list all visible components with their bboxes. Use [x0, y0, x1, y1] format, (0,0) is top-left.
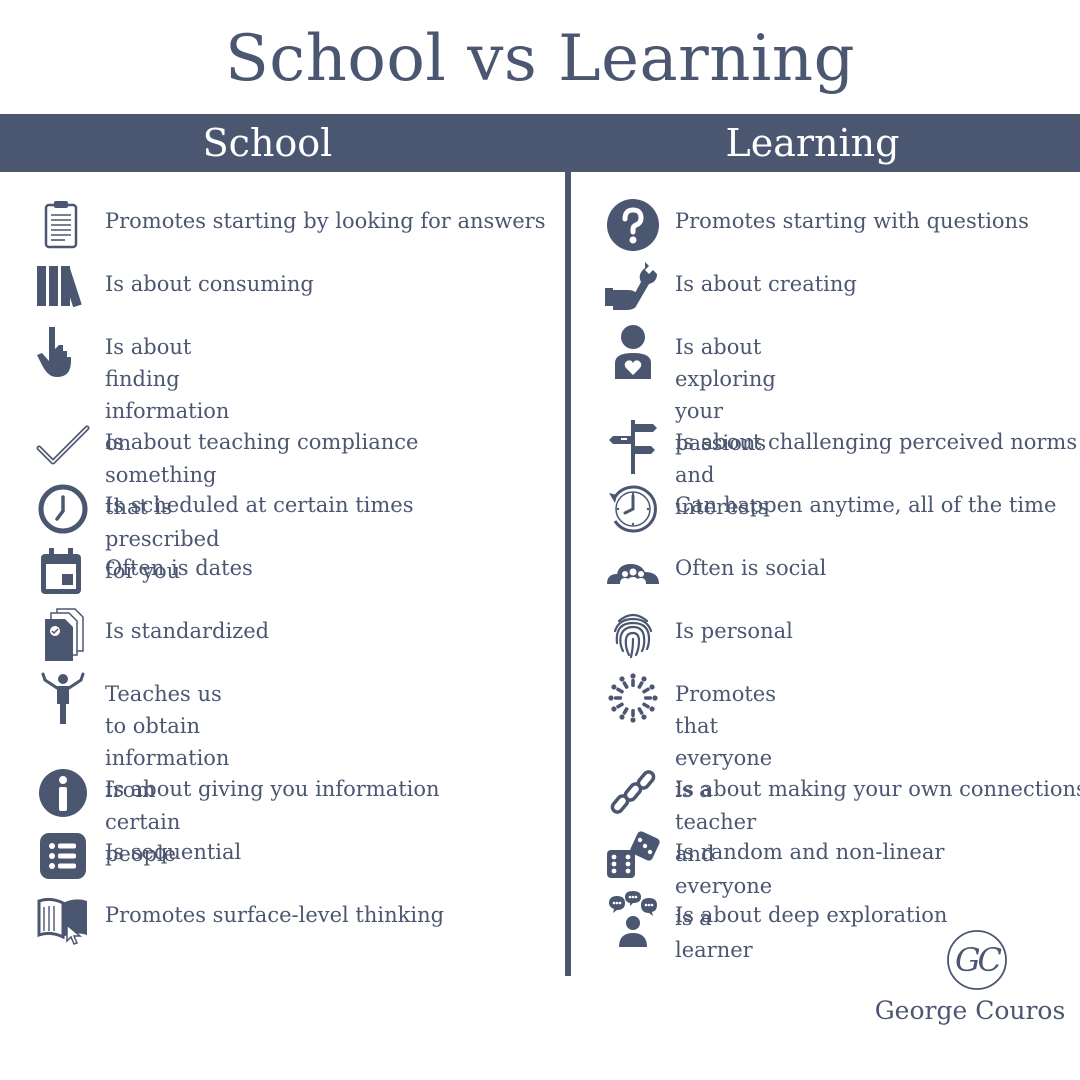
school-item-text: Promotes starting by looking for answers [105, 209, 546, 233]
books-icon [35, 260, 91, 316]
school-item-text: Is scheduled at certain times [105, 493, 414, 517]
documents-icon [35, 607, 91, 663]
learning-item-text: Is random and non-linear [675, 840, 945, 864]
clipboard-icon [35, 197, 91, 253]
question-icon [605, 197, 661, 253]
list-icon [35, 828, 91, 884]
school-column-heading: School [202, 121, 333, 165]
learning-item-text: Is about creating [675, 272, 857, 296]
clock-icon [35, 481, 91, 537]
learning-item-text: Is about making your own connections [675, 777, 1080, 801]
column-divider [565, 172, 571, 976]
thinking-person-icon [605, 891, 661, 947]
school-item-text: Often is dates [105, 556, 253, 580]
hand-wrench-icon [605, 260, 661, 316]
gc-monogram-logo: GC [945, 928, 1009, 992]
dice-icon [605, 828, 661, 884]
checkmark-icon [35, 418, 91, 474]
signpost-icon [605, 418, 661, 474]
school-item-text: Is about teaching compliance [105, 430, 419, 454]
page-title: School vs Learning [224, 22, 856, 96]
school-item-text: Is standardized [105, 619, 270, 643]
school-item-text: Promotes surface-level thinking [105, 903, 445, 927]
info-icon [35, 765, 91, 821]
logo-monogram: GC [954, 941, 1002, 979]
learning-item-text: Is personal [675, 619, 793, 643]
pointing-hand-icon [35, 323, 91, 379]
school-item-text: Is about consuming [105, 272, 314, 296]
learning-item-text: Is about challenging perceived norms [675, 430, 1078, 454]
clock-refresh-icon [605, 481, 661, 537]
learning-item-text: Can happen anytime, all of the time [675, 493, 1057, 517]
author-name: George Couros [874, 996, 1066, 1025]
learning-column-heading: Learning [725, 121, 900, 165]
school-item-text: Is sequential [105, 840, 242, 864]
open-book-icon [35, 891, 91, 947]
people-cloud-icon [605, 544, 661, 600]
learning-item-text: Is about deep exploration [675, 903, 948, 927]
learning-item-text: Promotes starting with questions [675, 209, 1029, 233]
chain-link-icon [605, 765, 661, 821]
people-circle-icon [605, 670, 661, 726]
school-item-text: Is about finding information on somethin… [105, 335, 230, 583]
fingerprint-icon [605, 607, 661, 663]
calendar-icon [35, 544, 91, 600]
learning-item-text: Often is social [675, 556, 827, 580]
person-pointing-icon [35, 670, 91, 726]
column-header-bar: School Learning [0, 114, 1080, 172]
person-heart-icon [605, 323, 661, 379]
school-item-text: Is about giving you information [105, 777, 440, 801]
